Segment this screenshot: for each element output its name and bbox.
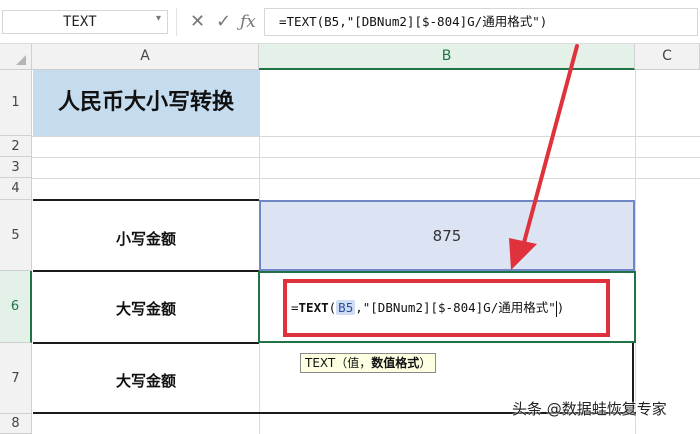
- annotation-arrow-icon: [509, 44, 579, 270]
- watermark: 头条 @数据蛙恢复专家: [512, 400, 667, 418]
